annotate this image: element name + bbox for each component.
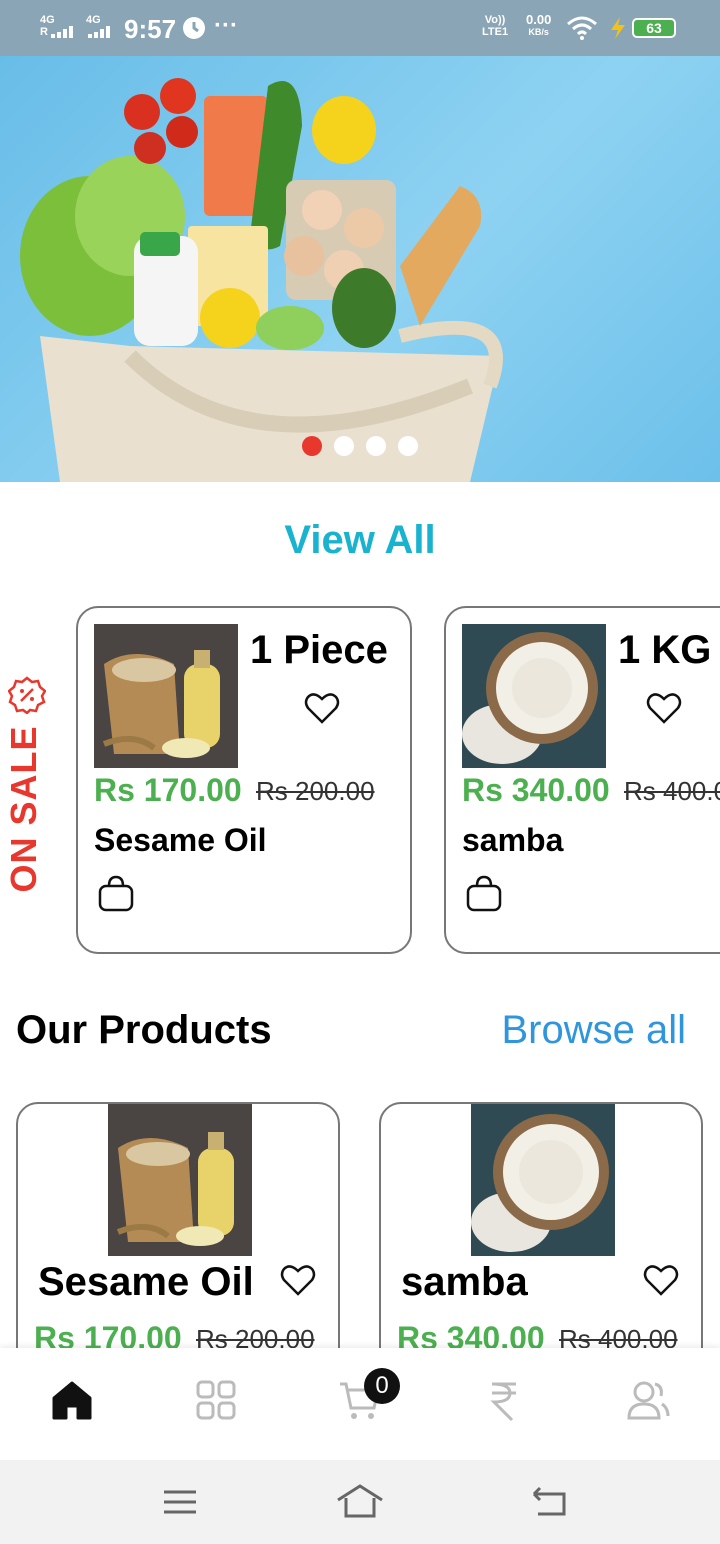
sale-price: Rs 340.00 — [462, 772, 610, 808]
signal-bars-icon — [88, 26, 110, 38]
more-notifications: ··· — [214, 12, 238, 39]
shopping-bag-icon[interactable] — [464, 874, 504, 914]
categories-icon[interactable] — [194, 1378, 238, 1422]
cart-count-badge: 0 — [364, 1368, 400, 1404]
home-outline-icon[interactable] — [336, 1480, 384, 1524]
product-name: samba — [462, 822, 564, 858]
carousel-dot[interactable] — [398, 436, 418, 456]
data-speed-unit: KB/s — [528, 27, 549, 37]
rice-bowl-image — [462, 624, 606, 768]
carousel-dot[interactable] — [334, 436, 354, 456]
heart-icon[interactable] — [278, 1260, 318, 1300]
view-all-link[interactable]: View All — [0, 518, 720, 563]
battery-indicator: 63 — [632, 18, 676, 38]
section-title: Our Products — [16, 1008, 272, 1052]
sim2-network-label: 4G — [86, 14, 101, 26]
signal-bars-icon — [50, 26, 73, 38]
heart-icon[interactable] — [302, 688, 342, 728]
on-sale-label: ON SALE — [3, 676, 46, 896]
grocery-bag-image — [20, 78, 503, 482]
sim1-signal: 4G R — [40, 14, 77, 38]
product-unit: 1 KG — [618, 628, 712, 672]
back-icon[interactable] — [528, 1480, 572, 1524]
system-navigation-bar — [0, 1460, 720, 1544]
data-speed-value: 0.00 — [526, 12, 552, 27]
wifi-icon — [567, 16, 597, 40]
sim1-network-label: 4G — [40, 14, 55, 26]
roaming-label: R — [40, 26, 48, 38]
sim2-signal: 4G — [86, 14, 114, 41]
data-speed: 0.00 KB/s — [526, 12, 552, 38]
sale-product-card[interactable]: 1 Piece Rs 170.00 Rs 200.00 Sesame Oil — [76, 606, 412, 954]
shopping-bag-icon[interactable] — [96, 874, 136, 914]
original-price: Rs 200.00 — [256, 776, 375, 806]
heart-icon[interactable] — [641, 1260, 681, 1300]
product-name: Sesame Oil — [38, 1260, 254, 1304]
charging-icon — [611, 17, 625, 39]
on-sale-text: ON SALE — [3, 725, 44, 893]
sesame-oil-image — [108, 1104, 252, 1256]
volte-indicator: Vo)) LTE1 — [482, 14, 508, 38]
carousel-indicators[interactable] — [302, 436, 418, 456]
carousel-dot[interactable] — [366, 436, 386, 456]
lte-label: LTE1 — [482, 26, 509, 38]
status-bar: 4G R 4G 9:57 ··· Vo)) LTE1 0.00 KB/s 63 — [0, 0, 720, 56]
menu-icon[interactable] — [158, 1480, 202, 1524]
sesame-oil-image — [94, 624, 238, 768]
data-saver-icon — [183, 17, 205, 39]
original-price: Rs 400.00 — [624, 776, 720, 806]
product-name: samba — [401, 1260, 528, 1304]
rice-bowl-image — [471, 1104, 615, 1256]
rupee-icon[interactable] — [482, 1378, 526, 1422]
promo-banner[interactable] — [0, 56, 720, 482]
browse-all-link[interactable]: Browse all — [501, 1008, 686, 1053]
clock: 9:57 — [124, 14, 177, 44]
home-icon[interactable] — [50, 1378, 94, 1422]
sale-price: Rs 170.00 — [94, 772, 242, 808]
bottom-navigation: 0 — [0, 1348, 720, 1460]
volte-label: Vo)) — [484, 14, 506, 26]
product-unit: 1 Piece — [250, 628, 388, 672]
account-icon[interactable] — [626, 1378, 670, 1422]
sale-product-card[interactable]: 1 KG Rs 340.00 Rs 400.00 samba — [444, 606, 720, 954]
product-name: Sesame Oil — [94, 822, 267, 858]
carousel-dot[interactable] — [302, 436, 322, 456]
heart-icon[interactable] — [644, 688, 684, 728]
app-screen: 4G R 4G 9:57 ··· Vo)) LTE1 0.00 KB/s 63 — [0, 0, 720, 1544]
